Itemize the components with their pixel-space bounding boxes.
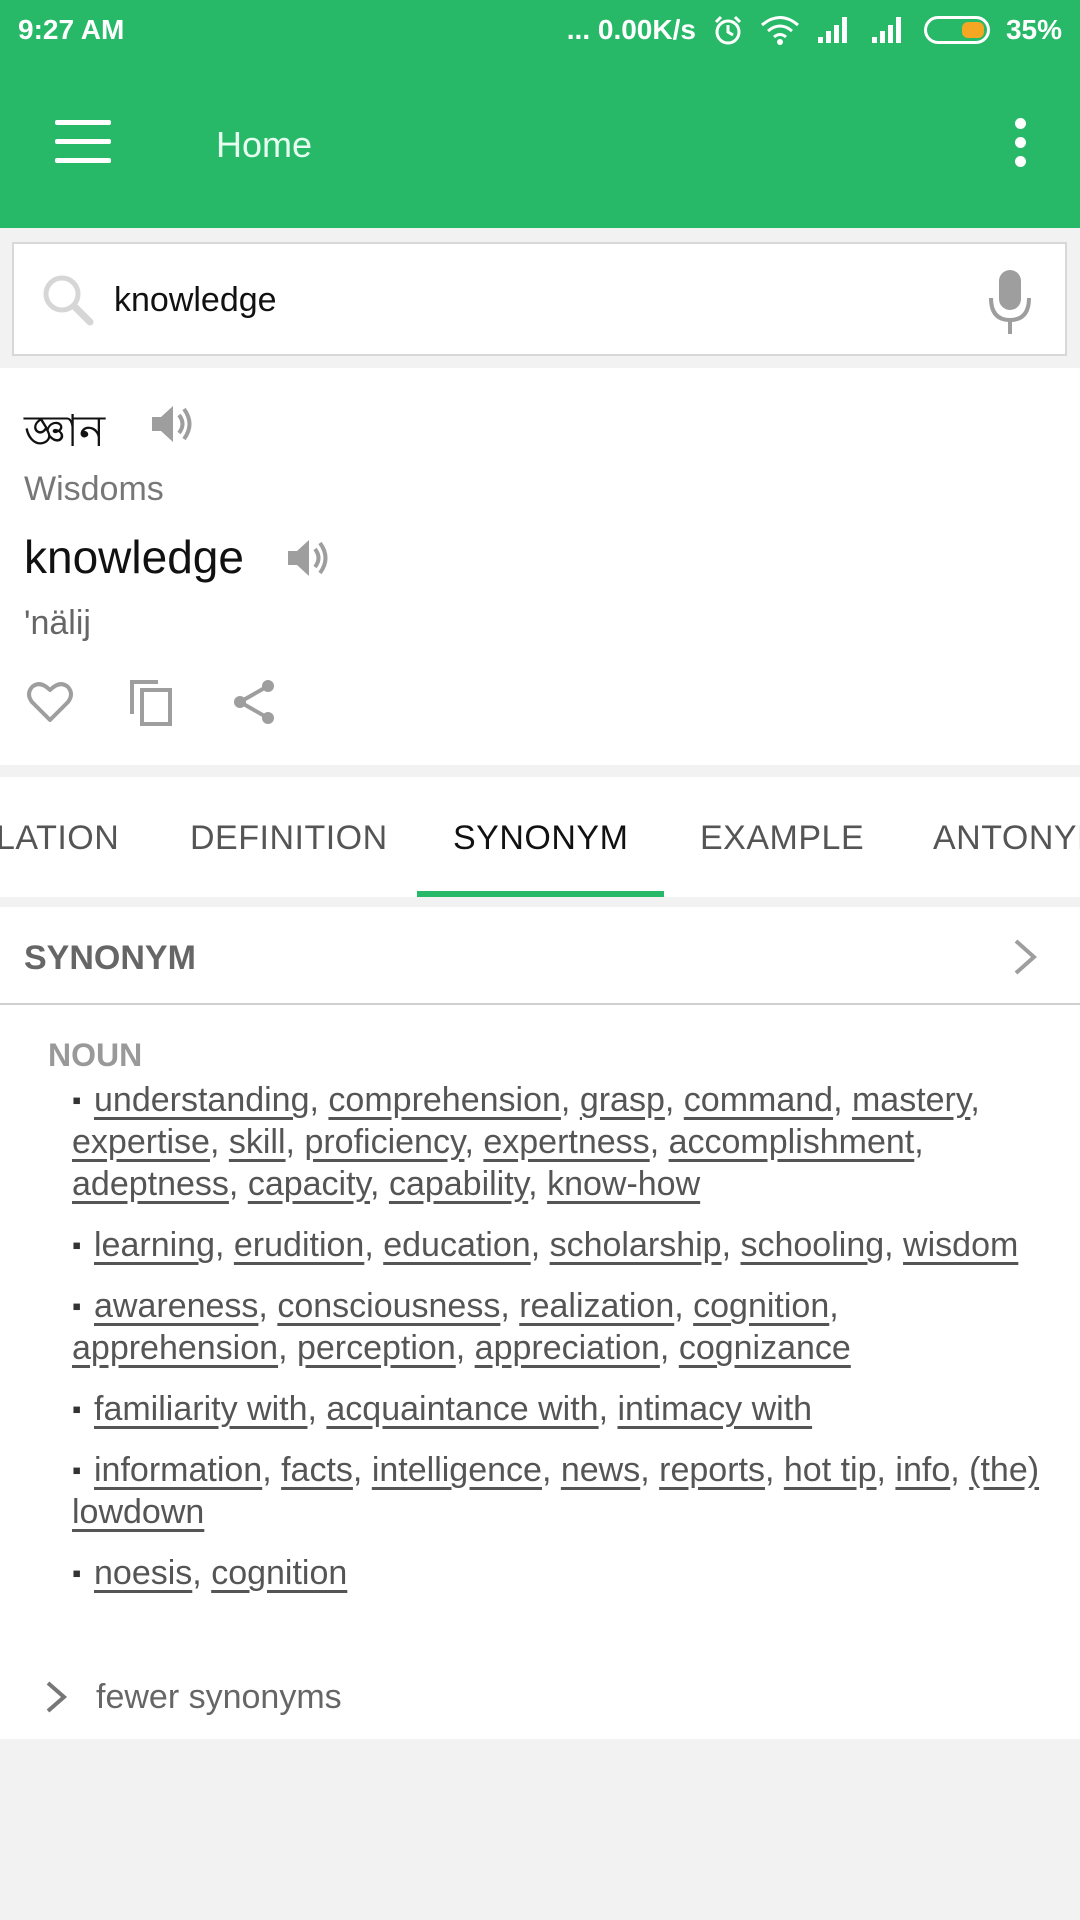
synonym-link[interactable]: adeptness	[72, 1165, 229, 1203]
synonym-group: information, facts, intelligence, news, …	[72, 1449, 1052, 1533]
synonym-link[interactable]: cognition	[693, 1287, 829, 1325]
synonym-link[interactable]: understanding	[94, 1081, 310, 1119]
synonym-link[interactable]: mastery	[852, 1081, 970, 1119]
synonym-section: SYNONYM NOUN understanding, comprehensio…	[0, 907, 1080, 1739]
translation-word: জ্ঞান	[24, 406, 106, 457]
synonym-group: noesis, cognition	[72, 1552, 1052, 1594]
fewer-synonyms-toggle[interactable]: fewer synonyms	[42, 1677, 342, 1717]
synonym-group: understanding, comprehension, grasp, com…	[72, 1079, 1052, 1205]
synonym-link[interactable]: erudition	[234, 1226, 364, 1264]
synonym-link[interactable]: capacity	[248, 1165, 370, 1203]
app-bar: Home	[0, 60, 1080, 228]
synonym-link[interactable]: learning	[94, 1226, 215, 1264]
synonym-link[interactable]: information	[94, 1451, 262, 1489]
synonym-link[interactable]: consciousness	[277, 1287, 500, 1325]
battery-icon	[923, 16, 990, 44]
synonym-link[interactable]: news	[561, 1451, 640, 1489]
tab-example[interactable]: EXAMPLE	[700, 819, 864, 858]
synonym-link[interactable]: education	[383, 1226, 530, 1264]
synonym-link[interactable]: appreciation	[475, 1329, 660, 1367]
battery-percent: 35%	[1005, 14, 1062, 45]
fewer-synonyms-label: fewer synonyms	[96, 1677, 342, 1716]
word-card: জ্ঞান Wisdoms knowledge 'nälij	[0, 368, 1080, 765]
tab-translation[interactable]: LATION	[0, 819, 119, 858]
synonym-group: learning, erudition, education, scholars…	[72, 1224, 1052, 1266]
synonym-link[interactable]: acquaintance with	[326, 1390, 598, 1428]
synonym-link[interactable]: info	[895, 1451, 950, 1489]
synonym-link[interactable]: cognizance	[679, 1329, 851, 1367]
signal-icon	[871, 17, 901, 43]
synonym-list: understanding, comprehension, grasp, com…	[72, 1079, 1052, 1613]
active-tab-indicator	[417, 891, 664, 897]
tab-antonym[interactable]: ANTONYM	[933, 819, 1080, 858]
synonym-link[interactable]: awareness	[94, 1287, 258, 1325]
synonym-link[interactable]: wisdom	[903, 1226, 1018, 1264]
synonym-link[interactable]: accomplishment	[669, 1123, 915, 1161]
translation-gloss: Wisdoms	[24, 470, 164, 508]
status-right: ... 0.00K/s 35%	[567, 14, 1062, 46]
synonym-link[interactable]: reports	[659, 1451, 765, 1489]
search-input[interactable]	[114, 272, 974, 328]
more-vert-icon[interactable]	[1010, 118, 1030, 168]
synonym-link[interactable]: capability	[389, 1165, 528, 1203]
synonym-group: familiarity with, acquaintance with, int…	[72, 1388, 1052, 1430]
pronunciation: 'nälij	[24, 604, 91, 642]
signal-icon	[817, 17, 847, 43]
synonym-link[interactable]: realization	[519, 1287, 674, 1325]
network-speed: ... 0.00K/s	[566, 14, 696, 45]
synonym-link[interactable]: scholarship	[550, 1226, 722, 1264]
status-bar: 9:27 AM ... 0.00K/s 35%	[0, 0, 1080, 60]
tab-definition[interactable]: DEFINITION	[190, 819, 388, 858]
tab-bar: LATION DEFINITION SYNONYM EXAMPLE ANTONY…	[0, 777, 1080, 897]
synonym-link[interactable]: proficiency	[304, 1123, 464, 1161]
section-title: SYNONYM	[24, 939, 196, 977]
hamburger-menu-icon[interactable]	[55, 120, 111, 164]
synonym-link[interactable]: skill	[229, 1123, 286, 1161]
synonym-link[interactable]: hot tip	[784, 1451, 877, 1489]
chevron-right-icon	[1014, 939, 1038, 975]
app-bar-title: Home	[216, 124, 313, 165]
speaker-icon[interactable]	[284, 534, 332, 582]
synonym-link[interactable]: comprehension	[328, 1081, 560, 1119]
headword: knowledge	[24, 531, 244, 583]
synonym-link[interactable]: perception	[297, 1329, 456, 1367]
part-of-speech-label: NOUN	[48, 1037, 143, 1073]
synonym-link[interactable]: know-how	[547, 1165, 700, 1203]
synonym-link[interactable]: schooling	[740, 1226, 884, 1264]
alarm-icon	[714, 15, 742, 45]
tab-synonym[interactable]: SYNONYM	[453, 819, 628, 858]
synonym-link[interactable]: intimacy with	[617, 1390, 812, 1428]
synonym-group: awareness, consciousness, realization, c…	[72, 1285, 1052, 1369]
synonym-link[interactable]: intelligence	[372, 1451, 542, 1489]
synonym-link[interactable]: cognition	[211, 1554, 347, 1592]
synonym-link[interactable]: noesis	[94, 1554, 192, 1592]
search-box[interactable]	[12, 242, 1067, 356]
search-container	[0, 228, 1080, 368]
copy-icon[interactable]	[126, 676, 178, 728]
microphone-icon[interactable]	[985, 268, 1035, 336]
search-icon	[43, 275, 94, 326]
favorite-icon[interactable]	[24, 676, 76, 728]
synonym-link[interactable]: expertness	[483, 1123, 649, 1161]
synonym-section-header[interactable]: SYNONYM	[0, 907, 1080, 1005]
synonym-link[interactable]: command	[684, 1081, 833, 1119]
synonym-link[interactable]: apprehension	[72, 1329, 278, 1367]
status-time: 9:27 AM	[18, 14, 125, 45]
synonym-link[interactable]: expertise	[72, 1123, 210, 1161]
synonym-link[interactable]: facts	[281, 1451, 353, 1489]
share-icon[interactable]	[228, 676, 280, 728]
wifi-icon	[760, 16, 799, 45]
synonym-link[interactable]: familiarity with	[94, 1390, 307, 1428]
speaker-icon[interactable]	[148, 400, 196, 448]
chevron-right-icon	[46, 1681, 68, 1713]
synonym-link[interactable]: grasp	[580, 1081, 665, 1119]
